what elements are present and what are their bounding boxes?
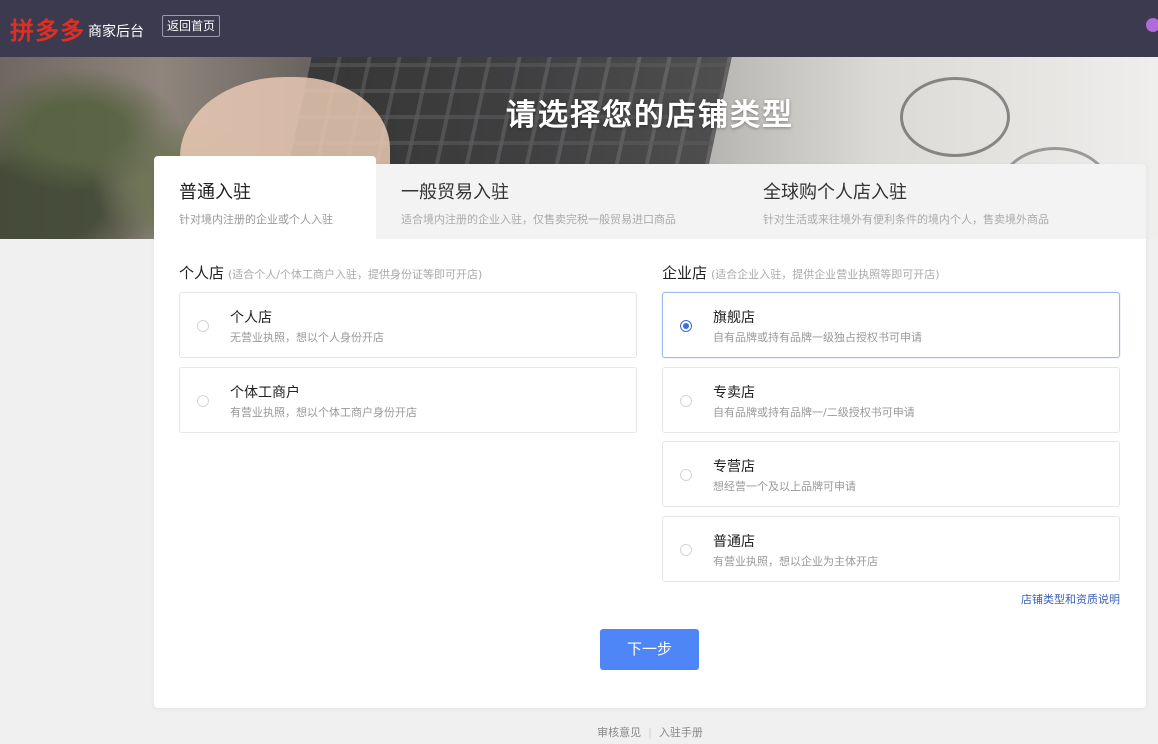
tab-subtitle: 针对境内注册的企业或个人入驻 <box>179 213 333 226</box>
enterprise-store-heading: 企业店 (适合企业入驻，提供企业营业执照等即可开店) <box>662 262 940 283</box>
footer-separator: | <box>648 726 652 739</box>
personal-store-heading: 个人店 (适合个人/个体工商户入驻，提供身份证等即可开店) <box>179 262 482 283</box>
entry-manual-link[interactable]: 入驻手册 <box>659 726 703 739</box>
option-personal-store[interactable]: 个人店 无营业执照，想以个人身份开店 <box>179 292 637 358</box>
section-hint: (适合企业入驻，提供企业营业执照等即可开店) <box>711 268 940 281</box>
option-individual-business[interactable]: 个体工商户 有营业执照，想以个体工商户身份开店 <box>179 367 637 433</box>
option-exclusive-store[interactable]: 专卖店 自有品牌或持有品牌一/二级授权书可申请 <box>662 367 1120 433</box>
review-feedback-link[interactable]: 审核意见 <box>597 726 641 739</box>
radio-button[interactable] <box>680 395 692 407</box>
radio-button[interactable] <box>197 320 209 332</box>
radio-button[interactable] <box>197 395 209 407</box>
option-description: 有营业执照，想以个体工商户身份开店 <box>230 406 417 419</box>
option-title: 专卖店 <box>713 385 755 401</box>
next-step-button[interactable]: 下一步 <box>600 629 699 670</box>
option-description: 想经营一个及以上品牌可申请 <box>713 480 856 493</box>
radio-button[interactable] <box>680 544 692 556</box>
store-type-card: 普通入驻 针对境内注册的企业或个人入驻 一般贸易入驻 适合境内注册的企业入驻，仅… <box>154 156 1146 708</box>
option-description: 无营业执照，想以个人身份开店 <box>230 331 384 344</box>
option-description: 自有品牌或持有品牌一/二级授权书可申请 <box>713 406 915 419</box>
option-regular-store[interactable]: 普通店 有营业执照，想以企业为主体开店 <box>662 516 1120 582</box>
option-flagship-store[interactable]: 旗舰店 自有品牌或持有品牌一级独占授权书可申请 <box>662 292 1120 358</box>
merchant-backend-label: 商家后台 <box>88 24 144 40</box>
page-title: 请选择您的店铺类型 <box>506 98 794 133</box>
tab-global-personal-entry[interactable]: 全球购个人店入驻 针对生活或来往境外有便利条件的境内个人，售卖境外商品 <box>763 164 1123 239</box>
tab-subtitle: 适合境内注册的企业入驻，仅售卖完税一般贸易进口商品 <box>401 213 676 226</box>
option-title: 个人店 <box>230 310 272 326</box>
top-bar: 拼多多 商家后台 返回首页 <box>0 0 1158 57</box>
tab-normal-entry[interactable]: 普通入驻 针对境内注册的企业或个人入驻 <box>154 156 376 239</box>
tab-subtitle: 针对生活或来往境外有便利条件的境内个人，售卖境外商品 <box>763 213 1049 226</box>
option-title: 普通店 <box>713 534 755 550</box>
option-description: 有营业执照，想以企业为主体开店 <box>713 555 878 568</box>
tab-title: 全球购个人店入驻 <box>763 182 907 203</box>
entry-type-tabs: 普通入驻 针对境内注册的企业或个人入驻 一般贸易入驻 适合境内注册的企业入驻，仅… <box>154 156 1146 239</box>
section-title: 企业店 <box>662 264 708 282</box>
radio-button-selected[interactable] <box>680 320 692 332</box>
store-type-info-link[interactable]: 店铺类型和资质说明 <box>1021 591 1120 607</box>
tab-general-trade-entry[interactable]: 一般贸易入驻 适合境内注册的企业入驻，仅售卖完税一般贸易进口商品 <box>401 164 741 239</box>
option-description: 自有品牌或持有品牌一级独占授权书可申请 <box>713 331 922 344</box>
section-title: 个人店 <box>179 264 225 282</box>
user-avatar-icon[interactable] <box>1146 18 1158 32</box>
pinduoduo-logo[interactable]: 拼多多 <box>10 11 85 46</box>
radio-button[interactable] <box>680 469 692 481</box>
footer-links: 审核意见 | 入驻手册 <box>0 724 1158 740</box>
back-home-button[interactable]: 返回首页 <box>162 15 221 37</box>
tab-title: 一般贸易入驻 <box>401 182 509 203</box>
option-specialty-store[interactable]: 专营店 想经营一个及以上品牌可申请 <box>662 441 1120 507</box>
section-hint: (适合个人/个体工商户入驻，提供身份证等即可开店) <box>228 268 483 281</box>
option-title: 个体工商户 <box>230 385 300 401</box>
tab-title: 普通入驻 <box>179 182 251 203</box>
option-title: 专营店 <box>713 459 755 475</box>
option-title: 旗舰店 <box>713 310 755 326</box>
